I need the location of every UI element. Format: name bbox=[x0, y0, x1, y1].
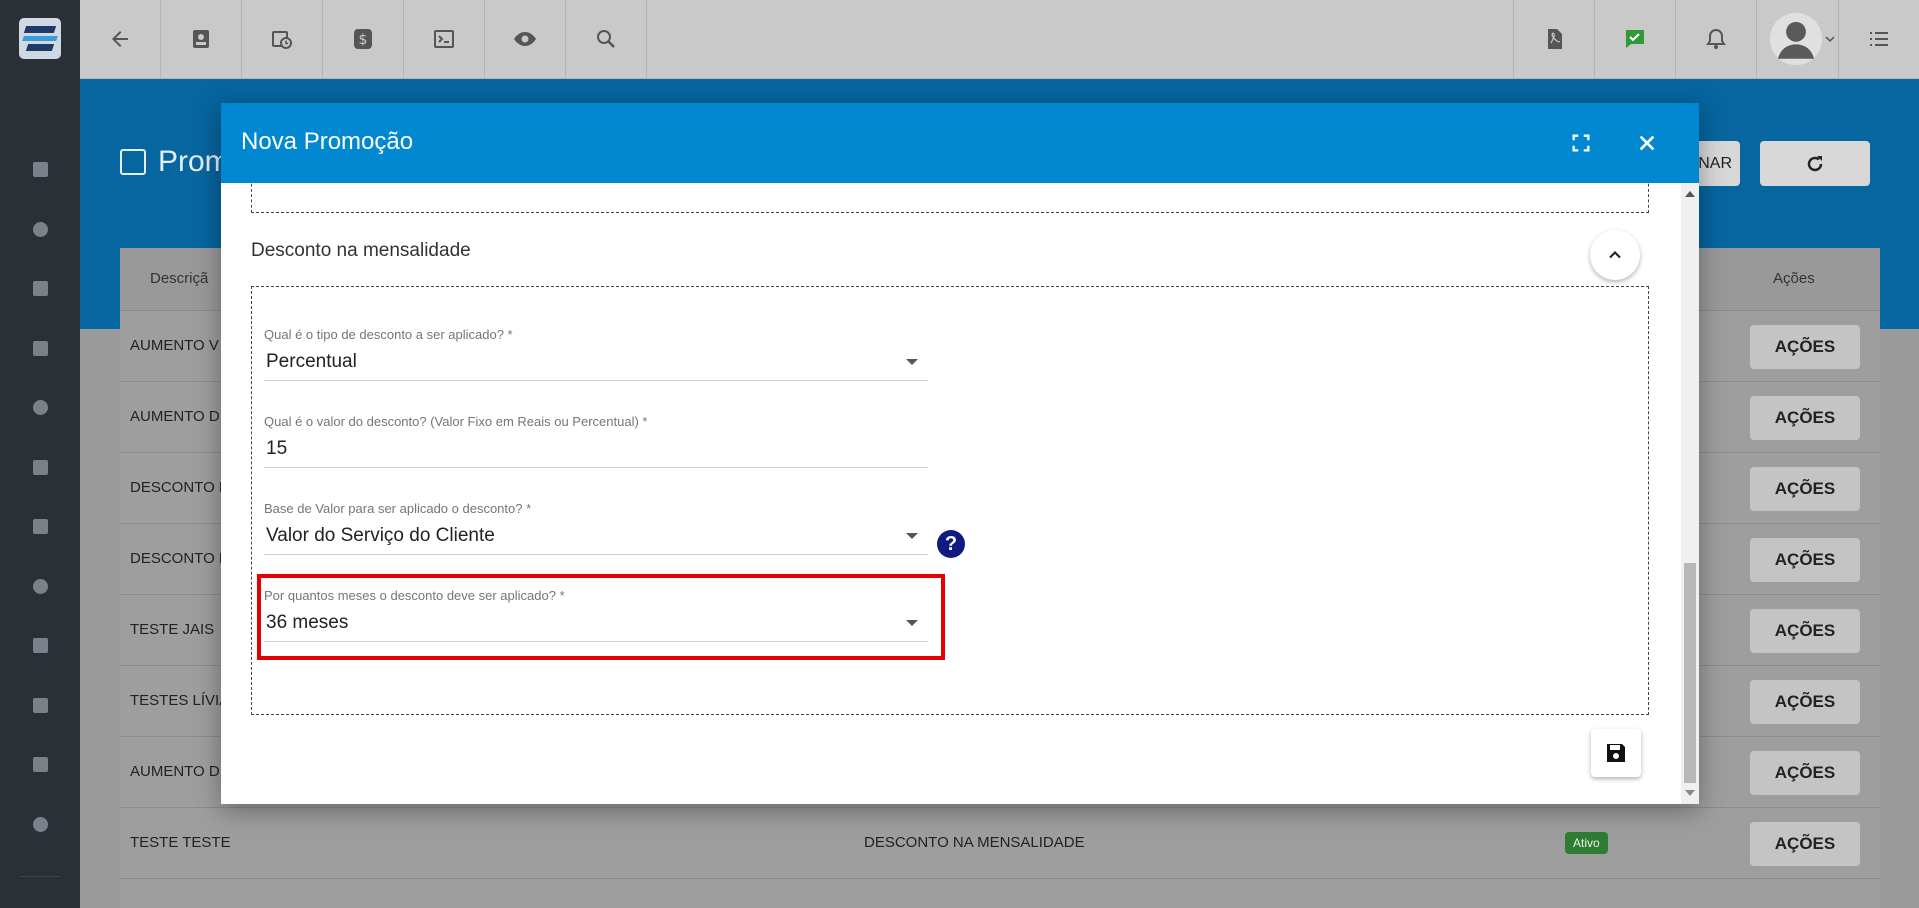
field-value: 36 meses bbox=[266, 612, 349, 633]
sidebar-pie-chart-icon[interactable] bbox=[0, 200, 80, 260]
sidebar-divider bbox=[20, 876, 60, 877]
sidebar-money-icon[interactable] bbox=[0, 497, 80, 557]
section-title: Desconto na mensalidade bbox=[251, 240, 471, 261]
nova-promocao-modal: Nova Promoção Desconto na mensalidade Qu… bbox=[221, 103, 1699, 804]
sidebar-contact-icon[interactable] bbox=[0, 259, 80, 319]
dropdown-arrow-icon bbox=[906, 533, 918, 539]
status-badge: Ativo bbox=[1565, 832, 1608, 854]
field-value: Valor do Serviço do Cliente bbox=[266, 525, 495, 546]
sidebar bbox=[0, 0, 80, 908]
svg-text:$: $ bbox=[359, 32, 368, 48]
acoes-button[interactable]: AÇÕES bbox=[1750, 396, 1860, 440]
user-avatar-icon[interactable] bbox=[1756, 0, 1846, 78]
list-menu-icon[interactable] bbox=[1838, 0, 1919, 78]
bell-icon[interactable] bbox=[1675, 0, 1756, 78]
acoes-button[interactable]: AÇÕES bbox=[1750, 751, 1860, 795]
back-arrow-icon[interactable] bbox=[80, 0, 161, 78]
save-icon bbox=[1607, 744, 1625, 762]
sidebar-dashboard-icon[interactable] bbox=[0, 140, 80, 200]
save-button[interactable] bbox=[1591, 729, 1641, 777]
acoes-button[interactable]: AÇÕES bbox=[1750, 538, 1860, 582]
field-label: Base de Valor para ser aplicado o descon… bbox=[264, 501, 532, 516]
field-label: Qual é o valor do desconto? (Valor Fixo … bbox=[264, 414, 648, 429]
scroll-up-arrow-icon[interactable] bbox=[1685, 191, 1695, 197]
discount-type-select[interactable]: Qual é o tipo de desconto a ser aplicado… bbox=[264, 327, 928, 381]
field-label: Por quantos meses o desconto deve ser ap… bbox=[264, 588, 565, 603]
acoes-button[interactable]: AÇÕES bbox=[1750, 325, 1860, 369]
field-value: 15 bbox=[266, 438, 288, 459]
acoes-button[interactable]: AÇÕES bbox=[1750, 609, 1860, 653]
topbar: $ bbox=[80, 0, 1919, 79]
chevron-up-icon bbox=[1609, 251, 1621, 259]
collapse-section-button[interactable] bbox=[1590, 230, 1640, 280]
pdf-icon[interactable] bbox=[1513, 0, 1594, 78]
sidebar-location-icon[interactable] bbox=[0, 557, 80, 617]
column-header-descricao: Descriçã bbox=[150, 270, 209, 287]
sidebar-list-icon[interactable] bbox=[0, 616, 80, 676]
acoes-button[interactable]: AÇÕES bbox=[1750, 822, 1860, 866]
column-header-acoes: Ações bbox=[1773, 270, 1815, 287]
eye-icon[interactable] bbox=[485, 0, 566, 78]
fullscreen-icon[interactable] bbox=[1563, 125, 1599, 161]
dropdown-arrow-icon bbox=[906, 620, 918, 626]
help-icon[interactable]: ? bbox=[937, 530, 965, 558]
app-logo[interactable] bbox=[19, 18, 61, 59]
close-icon[interactable] bbox=[1629, 125, 1665, 161]
field-value: Percentual bbox=[266, 351, 357, 372]
gift-icon bbox=[120, 149, 146, 175]
terminal-icon[interactable] bbox=[404, 0, 485, 78]
months-select[interactable]: Por quantos meses o desconto deve ser ap… bbox=[264, 588, 928, 642]
discount-fields-box: Qual é o tipo de desconto a ser aplicado… bbox=[251, 286, 1649, 715]
modal-scrollbar[interactable] bbox=[1681, 183, 1699, 804]
sidebar-server-icon[interactable] bbox=[0, 676, 80, 736]
sidebar-board-icon[interactable] bbox=[0, 319, 80, 379]
page-title: Prom bbox=[120, 145, 230, 179]
modal-body: Desconto na mensalidade Qual é o tipo de… bbox=[221, 183, 1681, 804]
sidebar-box-icon[interactable] bbox=[0, 438, 80, 498]
page-title-text: Prom bbox=[158, 145, 230, 178]
chat-check-icon[interactable] bbox=[1594, 0, 1675, 78]
modal-title: Nova Promoção bbox=[241, 128, 414, 155]
field-label: Qual é o tipo de desconto a ser aplicado… bbox=[264, 327, 513, 342]
previous-section-box bbox=[251, 183, 1649, 213]
table-row: TESTE TESTE DESCONTO NA MENSALIDADE Ativ… bbox=[120, 808, 1880, 879]
acoes-button[interactable]: AÇÕES bbox=[1750, 467, 1860, 511]
discount-value-input[interactable]: Qual é o valor do desconto? (Valor Fixo … bbox=[264, 414, 928, 468]
search-icon[interactable] bbox=[566, 0, 647, 78]
sidebar-settings-icon[interactable] bbox=[0, 795, 80, 855]
refresh-button[interactable] bbox=[1760, 141, 1870, 186]
scroll-down-arrow-icon[interactable] bbox=[1685, 790, 1695, 796]
contact-card-icon[interactable] bbox=[161, 0, 242, 78]
sidebar-document-icon[interactable] bbox=[0, 735, 80, 795]
scrollbar-thumb[interactable] bbox=[1684, 563, 1696, 783]
refresh-icon bbox=[1807, 155, 1823, 171]
dollar-icon[interactable]: $ bbox=[323, 0, 404, 78]
sidebar-calendar-icon[interactable] bbox=[0, 378, 80, 438]
modal-header: Nova Promoção bbox=[221, 103, 1699, 183]
value-base-select[interactable]: Base de Valor para ser aplicado o descon… bbox=[264, 501, 928, 555]
acoes-button[interactable]: AÇÕES bbox=[1750, 680, 1860, 724]
dropdown-arrow-icon bbox=[906, 359, 918, 365]
calendar-clock-icon[interactable] bbox=[242, 0, 323, 78]
